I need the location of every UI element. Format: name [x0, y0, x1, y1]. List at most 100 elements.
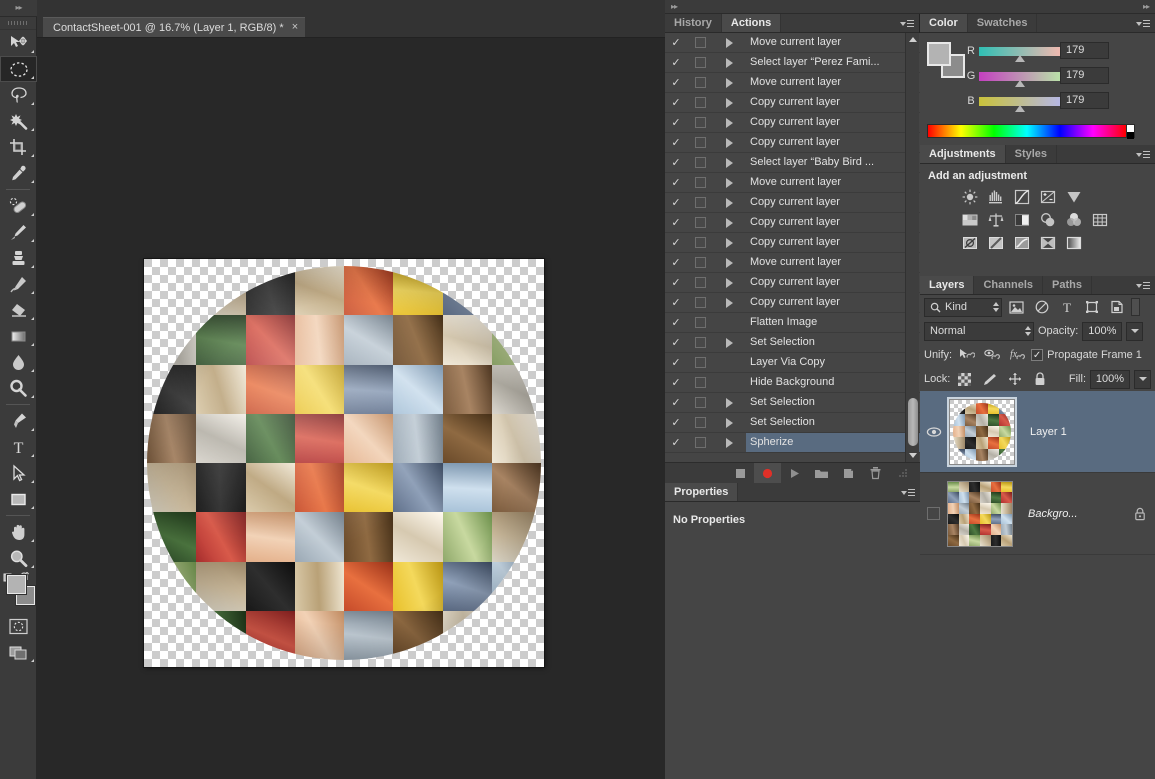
expand-triangle-icon[interactable]: [713, 237, 746, 248]
eye-icon[interactable]: [920, 426, 947, 438]
channel-mixer-icon[interactable]: [1064, 211, 1084, 229]
action-item[interactable]: ✓ Spherize: [665, 433, 920, 453]
action-enabled-checkmark[interactable]: ✓: [665, 416, 687, 429]
action-dialog-toggle[interactable]: [687, 257, 713, 268]
action-item[interactable]: ✓ Select layer “Perez Fami...: [665, 53, 920, 73]
propagate-frame-checkbox[interactable]: ✓: [1031, 349, 1044, 361]
action-enabled-checkmark[interactable]: ✓: [665, 336, 687, 349]
brush-tool[interactable]: [0, 219, 37, 245]
filter-pixel-icon[interactable]: [1006, 297, 1027, 317]
path-selection-tool[interactable]: [0, 460, 37, 486]
action-item[interactable]: ✓ Copy current layer: [665, 193, 920, 213]
action-dialog-toggle[interactable]: [687, 157, 713, 168]
brightness-contrast-icon[interactable]: [960, 188, 980, 206]
opacity-value[interactable]: 100%: [1082, 321, 1123, 341]
channel-value-g[interactable]: 179: [1060, 67, 1109, 84]
exposure-icon[interactable]: [1038, 188, 1058, 206]
unify-position-icon[interactable]: [956, 345, 977, 365]
posterize-icon[interactable]: [986, 234, 1006, 252]
filter-shape-icon[interactable]: [1081, 297, 1102, 317]
spherized-collage-image[interactable]: [147, 266, 541, 660]
action-item[interactable]: ✓ Set Selection: [665, 333, 920, 353]
action-dialog-toggle[interactable]: [687, 137, 713, 148]
black-white-icon[interactable]: [1012, 211, 1032, 229]
dodge-tool[interactable]: [0, 375, 37, 401]
action-item[interactable]: ✓ Copy current layer: [665, 233, 920, 253]
expand-triangle-icon[interactable]: [713, 57, 746, 68]
threshold-icon[interactable]: [1012, 234, 1032, 252]
expand-triangle-icon[interactable]: [713, 297, 746, 308]
selective-color-icon[interactable]: [1038, 234, 1058, 252]
history-brush-tool[interactable]: [0, 271, 37, 297]
canvas-area[interactable]: [37, 37, 665, 779]
actions-scrollbar[interactable]: [905, 33, 919, 462]
delete-button[interactable]: [862, 463, 889, 484]
eye-toggle-empty[interactable]: [920, 507, 947, 520]
action-dialog-toggle[interactable]: [687, 237, 713, 248]
action-dialog-toggle[interactable]: [687, 217, 713, 228]
action-dialog-toggle[interactable]: [687, 77, 713, 88]
layer-filter-kind-select[interactable]: Kind: [924, 297, 1002, 317]
tab-history[interactable]: History: [665, 14, 722, 32]
layer-thumbnail[interactable]: [949, 398, 1015, 465]
expand-triangle-icon[interactable]: [713, 437, 746, 448]
blur-tool[interactable]: [0, 349, 37, 375]
scrollbar-thumb[interactable]: [908, 398, 918, 446]
channel-slider-g[interactable]: [979, 71, 1061, 87]
action-enabled-checkmark[interactable]: ✓: [665, 216, 687, 229]
action-enabled-checkmark[interactable]: ✓: [665, 136, 687, 149]
stop-button[interactable]: [727, 463, 754, 484]
unify-visibility-icon[interactable]: [981, 345, 1002, 365]
lasso-tool[interactable]: [0, 82, 37, 108]
action-item[interactable]: ✓ Layer Via Copy: [665, 353, 920, 373]
lock-all-icon[interactable]: [1029, 369, 1050, 389]
clone-stamp-tool[interactable]: [0, 245, 37, 271]
action-item[interactable]: ✓ Copy current layer: [665, 113, 920, 133]
color-lookup-icon[interactable]: [1090, 211, 1110, 229]
action-item[interactable]: ✓ Set Selection: [665, 413, 920, 433]
action-enabled-checkmark[interactable]: ✓: [665, 116, 687, 129]
action-dialog-toggle[interactable]: [687, 277, 713, 288]
tab-channels[interactable]: Channels: [974, 276, 1043, 294]
action-dialog-toggle[interactable]: [687, 97, 713, 108]
color-spectrum-bar[interactable]: [927, 124, 1127, 138]
expand-triangle-icon[interactable]: [713, 117, 746, 128]
tab-properties[interactable]: Properties: [665, 483, 739, 501]
action-dialog-toggle[interactable]: [687, 57, 713, 68]
panel-menu-icon[interactable]: [900, 18, 914, 29]
toolbar-drag-handle[interactable]: [0, 17, 36, 30]
tab-actions[interactable]: Actions: [721, 14, 782, 32]
tab-swatches[interactable]: Swatches: [967, 14, 1038, 32]
vibrance-icon[interactable]: [1064, 188, 1084, 206]
action-dialog-toggle[interactable]: [687, 357, 713, 368]
layers-list[interactable]: Layer 1 Backgro...: [920, 391, 1155, 779]
action-enabled-checkmark[interactable]: ✓: [665, 36, 687, 49]
close-icon[interactable]: ×: [292, 22, 298, 33]
action-item[interactable]: ✓ Move current layer: [665, 173, 920, 193]
filter-adjustment-icon[interactable]: [1031, 297, 1052, 317]
action-enabled-checkmark[interactable]: ✓: [665, 376, 687, 389]
action-item[interactable]: ✓ Copy current layer: [665, 133, 920, 153]
action-item[interactable]: ✓ Flatten Image: [665, 313, 920, 333]
expand-triangle-icon[interactable]: [713, 217, 746, 228]
action-enabled-checkmark[interactable]: ✓: [665, 236, 687, 249]
action-item[interactable]: ✓ Move current layer: [665, 33, 920, 53]
action-dialog-toggle[interactable]: [687, 177, 713, 188]
tab-styles[interactable]: Styles: [1005, 145, 1058, 163]
action-item[interactable]: ✓ Hide Background: [665, 373, 920, 393]
artboard-transparent-checkerboard[interactable]: [144, 259, 544, 667]
action-dialog-toggle[interactable]: [687, 377, 713, 388]
action-item[interactable]: ✓ Move current layer: [665, 73, 920, 93]
channel-slider-b[interactable]: [979, 96, 1061, 112]
panel-menu-icon[interactable]: [901, 487, 915, 498]
screen-mode-button[interactable]: [0, 639, 37, 665]
action-enabled-checkmark[interactable]: ✓: [665, 56, 687, 69]
action-item[interactable]: ✓ Copy current layer: [665, 93, 920, 113]
panel-resize-grip[interactable]: [889, 463, 916, 484]
expand-triangle-icon[interactable]: [713, 397, 746, 408]
scroll-up-icon[interactable]: [909, 37, 917, 42]
expand-triangle-icon[interactable]: [713, 97, 746, 108]
action-item[interactable]: ✓ Set Selection: [665, 393, 920, 413]
crop-tool[interactable]: [0, 134, 37, 160]
action-enabled-checkmark[interactable]: ✓: [665, 256, 687, 269]
